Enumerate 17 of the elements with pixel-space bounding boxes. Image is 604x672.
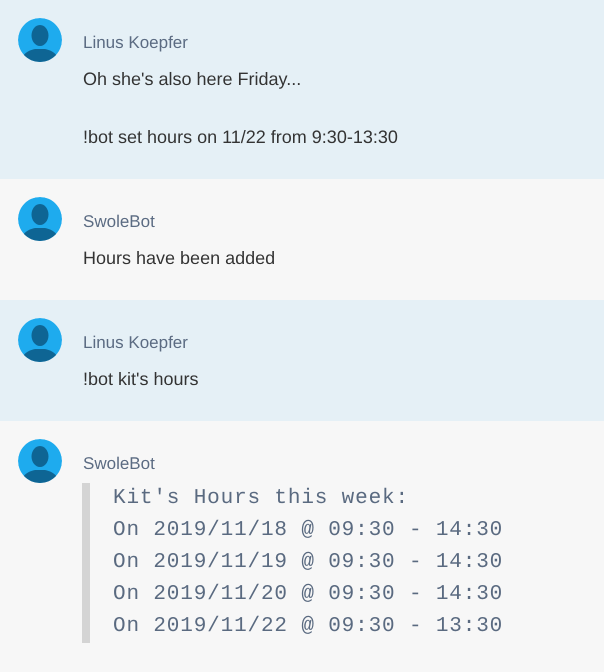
avatar-icon	[18, 197, 62, 241]
sender-name: Linus Koepfer	[83, 333, 188, 353]
avatar-icon	[18, 439, 62, 483]
code-line: On 2019/11/19 @ 09:30 - 14:30	[113, 550, 504, 576]
message-text: Hours have been added	[83, 247, 276, 270]
message-text: !bot kit's hours	[83, 368, 198, 391]
code-line: On 2019/11/22 @ 09:30 - 13:30	[113, 614, 504, 640]
code-line: On 2019/11/18 @ 09:30 - 14:30	[113, 518, 504, 544]
code-line: On 2019/11/20 @ 09:30 - 14:30	[113, 582, 504, 608]
sender-name: SwoleBot	[83, 212, 155, 232]
avatar-icon	[18, 318, 62, 362]
avatar-icon	[18, 18, 62, 62]
sender-name: Linus Koepfer	[83, 33, 188, 53]
message-text: Oh she's also here Friday...	[83, 68, 302, 91]
code-line: Kit's Hours this week:	[113, 486, 410, 512]
message-text: !bot set hours on 11/22 from 9:30-13:30	[83, 126, 398, 149]
sender-name: SwoleBot	[83, 454, 155, 474]
